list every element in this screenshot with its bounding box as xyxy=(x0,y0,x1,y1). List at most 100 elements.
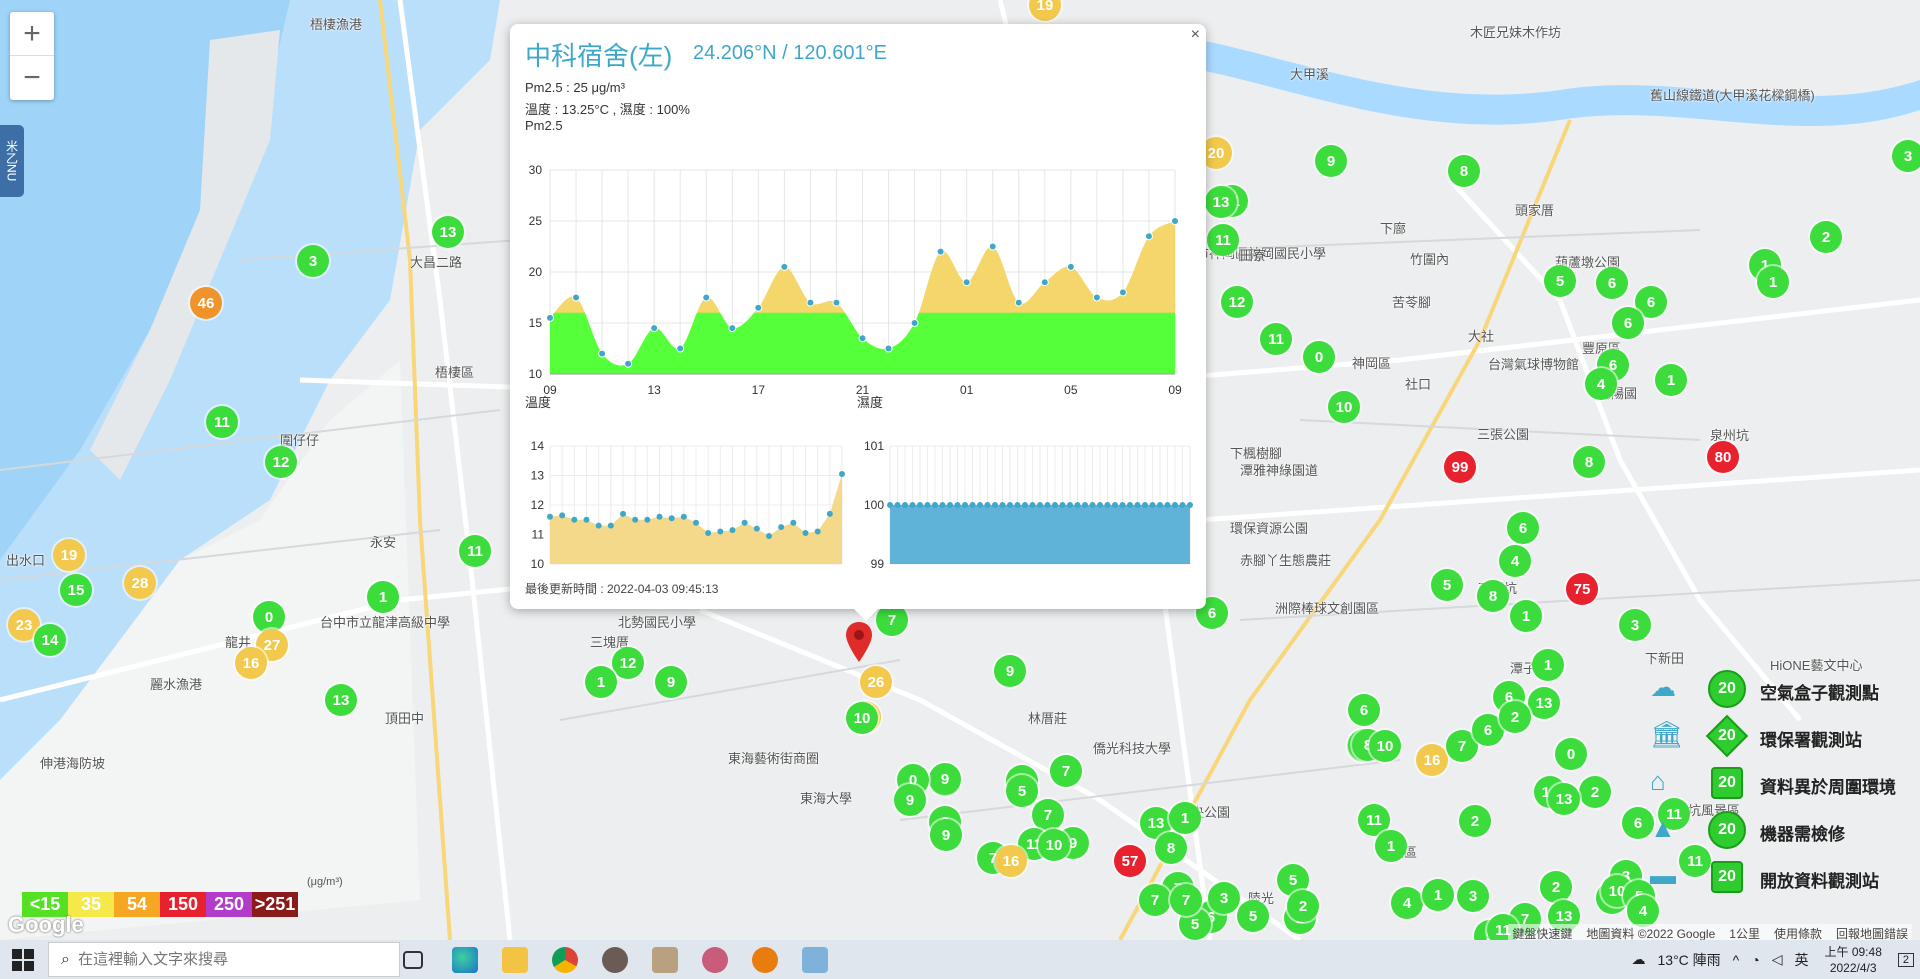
station-marker[interactable]: 8 xyxy=(1155,832,1187,864)
station-marker[interactable]: 15 xyxy=(60,574,92,606)
station-marker[interactable]: 10 xyxy=(1328,391,1360,423)
station-marker[interactable]: 11 xyxy=(206,406,238,438)
station-marker[interactable]: 13 xyxy=(325,684,357,716)
station-marker[interactable]: 11 xyxy=(1207,224,1239,256)
google-logo[interactable]: Google xyxy=(8,912,84,938)
station-marker[interactable]: 6 xyxy=(1596,267,1628,299)
station-marker[interactable]: 5 xyxy=(1431,569,1463,601)
station-marker[interactable]: 9 xyxy=(894,784,926,816)
station-marker[interactable]: 13 xyxy=(432,216,464,248)
station-marker[interactable]: 7 xyxy=(1032,799,1064,831)
station-marker[interactable]: 6 xyxy=(1348,694,1380,726)
station-marker[interactable]: 0 xyxy=(1555,738,1587,770)
station-marker[interactable]: 1 xyxy=(585,666,617,698)
station-marker[interactable]: 4 xyxy=(1499,545,1531,577)
edge-browser-icon[interactable] xyxy=(452,947,478,973)
station-marker[interactable]: 16 xyxy=(1416,744,1448,776)
station-marker[interactable]: 13 xyxy=(1548,783,1580,815)
station-marker[interactable]: 11 xyxy=(1260,323,1292,355)
station-marker[interactable]: 4 xyxy=(1391,887,1423,919)
close-icon[interactable]: × xyxy=(1191,26,1200,44)
station-marker[interactable]: 7 xyxy=(1170,884,1202,916)
station-marker[interactable]: 12 xyxy=(1221,286,1253,318)
station-marker[interactable]: 4 xyxy=(1585,368,1617,400)
station-marker[interactable]: 3 xyxy=(1892,140,1920,172)
station-marker[interactable]: 13 xyxy=(1205,186,1237,218)
file-explorer-icon[interactable] xyxy=(502,947,528,973)
network-icon[interactable]: ◔ xyxy=(1751,952,1759,968)
station-marker[interactable]: 2 xyxy=(1579,776,1611,808)
station-marker[interactable]: 6 xyxy=(1507,512,1539,544)
station-marker[interactable]: 19 xyxy=(53,539,85,571)
windows-start-icon[interactable] xyxy=(12,949,34,971)
taskbar-search-box[interactable]: ⌕ xyxy=(48,942,400,977)
station-marker[interactable]: 2 xyxy=(1540,871,1572,903)
notification-icon[interactable]: 2 xyxy=(1897,952,1914,967)
station-marker[interactable]: 26 xyxy=(860,666,892,698)
station-marker[interactable]: 9 xyxy=(929,763,961,795)
station-marker[interactable]: 6 xyxy=(1612,307,1644,339)
location-pin-icon[interactable] xyxy=(844,620,874,664)
task-view-icon[interactable] xyxy=(403,951,423,969)
station-marker[interactable]: 2 xyxy=(1287,890,1319,922)
app-icon-compass[interactable] xyxy=(602,947,628,973)
station-marker[interactable]: 12 xyxy=(612,647,644,679)
station-marker[interactable]: 3 xyxy=(1457,880,1489,912)
station-marker[interactable]: 3 xyxy=(1208,882,1240,914)
station-marker[interactable]: 10 xyxy=(846,702,878,734)
station-marker[interactable]: 1 xyxy=(1510,600,1542,632)
weather-icon[interactable]: ☁ xyxy=(1632,951,1646,968)
clock[interactable]: 上午 09:48 2022/4/3 xyxy=(1825,944,1882,976)
station-marker[interactable]: 46 xyxy=(190,287,222,319)
station-marker[interactable]: 0 xyxy=(1303,341,1335,373)
station-marker[interactable]: 16 xyxy=(235,647,267,679)
station-marker[interactable]: 1 xyxy=(367,581,399,613)
weather-status[interactable]: 13°C 陣雨 xyxy=(1658,950,1721,970)
station-marker[interactable]: 3 xyxy=(1619,609,1651,641)
station-marker[interactable]: 7 xyxy=(1139,884,1171,916)
station-marker[interactable]: 13 xyxy=(1528,687,1560,719)
station-marker[interactable]: 28 xyxy=(124,567,156,599)
app-icon-notes[interactable] xyxy=(802,947,828,973)
station-marker[interactable]: 57 xyxy=(1114,845,1146,877)
zoom-out-button[interactable]: − xyxy=(10,56,54,100)
station-marker[interactable]: 8 xyxy=(1448,155,1480,187)
station-marker[interactable]: 99 xyxy=(1444,451,1476,483)
station-marker[interactable]: 9 xyxy=(994,655,1026,687)
side-panel-tab[interactable]: 米乙NU xyxy=(0,125,24,197)
search-input[interactable] xyxy=(77,951,358,968)
station-marker[interactable]: 16 xyxy=(995,845,1027,877)
volume-icon[interactable]: ◁ xyxy=(1772,951,1783,968)
station-marker[interactable]: 9 xyxy=(930,819,962,851)
station-marker[interactable]: 3 xyxy=(297,245,329,277)
blender-icon[interactable] xyxy=(752,947,778,973)
station-marker[interactable]: 8 xyxy=(1477,580,1509,612)
app-icon-gimp[interactable] xyxy=(652,947,678,973)
station-marker[interactable]: 8 xyxy=(1573,446,1605,478)
station-marker[interactable]: 1 xyxy=(1532,649,1564,681)
tray-expand-icon[interactable]: ^ xyxy=(1733,952,1740,968)
station-marker[interactable]: 1 xyxy=(1169,802,1201,834)
station-marker[interactable]: 14 xyxy=(34,624,66,656)
station-marker[interactable]: 11 xyxy=(459,535,491,567)
station-marker[interactable]: 1 xyxy=(1422,879,1454,911)
station-marker[interactable]: 12 xyxy=(265,446,297,478)
station-marker[interactable]: 10 xyxy=(1369,730,1401,762)
station-marker[interactable]: 1 xyxy=(1655,364,1687,396)
app-icon-snip[interactable] xyxy=(702,947,728,973)
station-marker[interactable]: 2 xyxy=(1459,805,1491,837)
station-marker[interactable]: 10 xyxy=(1038,829,1070,861)
station-marker[interactable]: 5 xyxy=(1006,775,1038,807)
station-marker[interactable]: 1 xyxy=(1757,266,1789,298)
station-marker[interactable]: 2 xyxy=(1499,701,1531,733)
chrome-browser-icon[interactable] xyxy=(552,947,578,973)
station-marker[interactable]: 7 xyxy=(1050,755,1082,787)
ime-indicator[interactable]: 英 xyxy=(1795,950,1809,970)
station-marker[interactable]: 5 xyxy=(1544,265,1576,297)
station-marker[interactable]: 75 xyxy=(1566,573,1598,605)
zoom-in-button[interactable]: + xyxy=(10,12,54,56)
station-marker[interactable]: 4 xyxy=(1627,895,1659,927)
station-marker[interactable]: 80 xyxy=(1707,441,1739,473)
station-marker[interactable]: 9 xyxy=(1315,145,1347,177)
station-marker[interactable]: 2 xyxy=(1810,221,1842,253)
